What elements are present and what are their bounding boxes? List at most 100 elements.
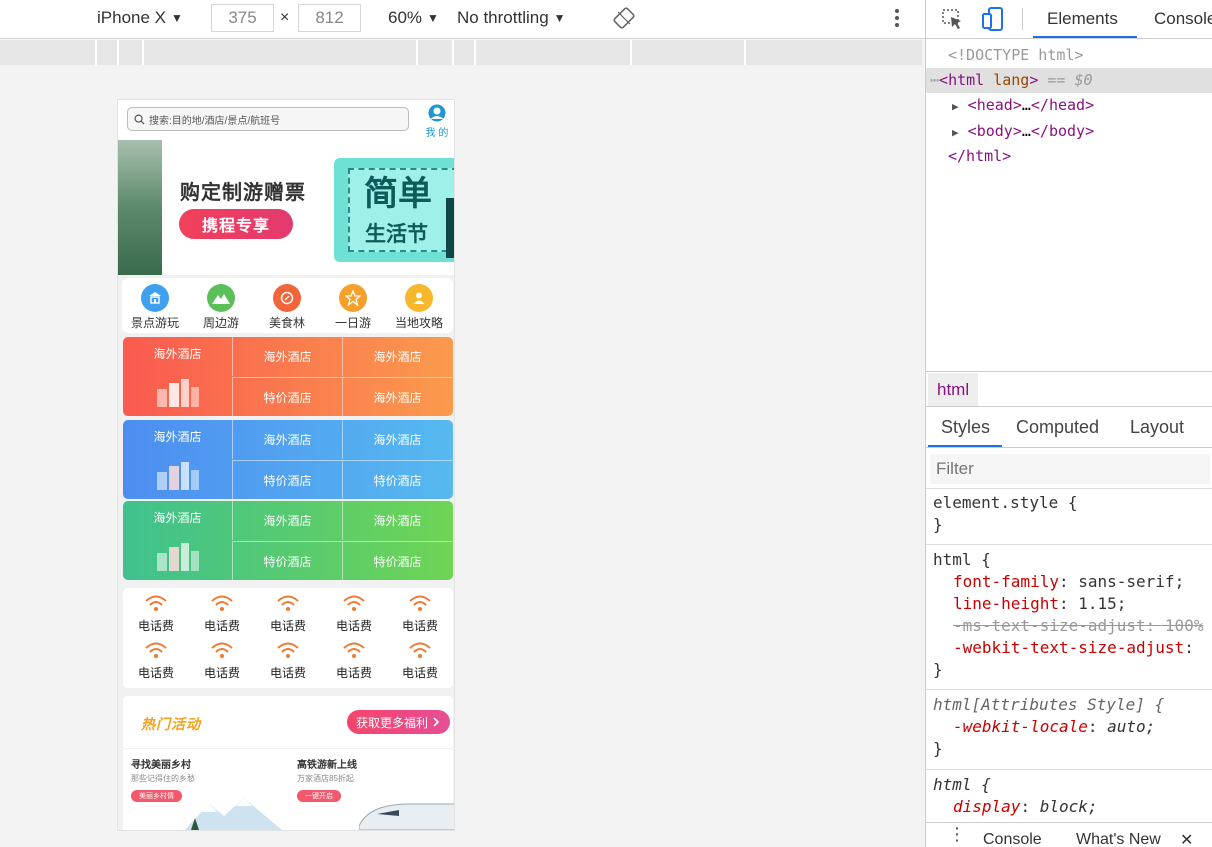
ellipsis-icon: ⋯ <box>930 71 940 89</box>
promo-badge[interactable]: 一键开启 <box>297 790 341 802</box>
width-input[interactable]: 375 <box>211 4 274 32</box>
phone-bill-label: 电话费 <box>335 619 372 633</box>
hotel-cell[interactable]: 特价酒店 <box>232 541 342 580</box>
dom-node-html[interactable]: ⋯<html lang> == $0 <box>926 68 1212 93</box>
banner-main-slide: 购定制游赠票 携程专享 <box>162 140 334 275</box>
category-label: 周边游 <box>202 316 239 330</box>
hotel-cell[interactable]: 海外酒店 <box>232 420 342 459</box>
style-declaration[interactable]: display: block; <box>933 796 1212 818</box>
dom-node-head[interactable]: ▶ <head>…</head> <box>926 93 1212 118</box>
inspect-element-icon[interactable] <box>941 8 965 30</box>
more-benefits-button[interactable]: 获取更多福利 <box>347 710 450 734</box>
phone-bill-item[interactable]: 电话费 <box>189 641 255 681</box>
category-item-nearby[interactable]: 周边游 <box>188 284 254 331</box>
expand-triangle-icon[interactable]: ▶ <box>952 100 959 113</box>
mine-button[interactable]: 我 的 <box>423 104 451 140</box>
drawer-menu-icon[interactable]: ⋮ <box>948 825 966 843</box>
hotel-cell[interactable]: 特价酒店 <box>342 460 452 499</box>
promo-card-train[interactable]: 高铁游新上线 万家酒店85折起 一键开启 <box>297 756 454 830</box>
rotate-icon[interactable] <box>612 6 636 30</box>
dom-doctype[interactable]: <!DOCTYPE html> <box>926 43 1212 68</box>
hotel-cell[interactable]: 海外酒店 <box>342 501 452 540</box>
zoom-select[interactable]: 60% ▼ <box>388 8 439 28</box>
phone-bill-item[interactable]: 电话费 <box>123 594 189 634</box>
hotel-block-red: 海外酒店 海外酒店 海外酒店 特价酒店 海外酒店 <box>123 337 453 416</box>
hotel-cell[interactable]: 海外酒店 <box>342 337 452 376</box>
search-bar: 搜索:目的地/酒店/景点/航班号 我 的 <box>118 100 454 140</box>
device-toggle-icon[interactable] <box>981 6 1005 32</box>
phone-bill-item[interactable]: 电话费 <box>255 594 321 634</box>
height-input[interactable]: 812 <box>298 4 361 32</box>
phone-bill-grid: 电话费 电话费 电话费 电话费 电话费 电话费 电话费 电话费 电话费 电话费 <box>123 588 453 688</box>
dom-node-html-close[interactable]: </html> <box>926 144 1212 169</box>
category-item-attractions[interactable]: 景点游玩 <box>122 284 188 331</box>
prop-name: -webkit-locale <box>953 717 1088 736</box>
tab-console[interactable]: Console <box>1154 9 1212 29</box>
hotel-cell[interactable]: 特价酒店 <box>232 460 342 499</box>
style-declaration[interactable]: -webkit-text-size-adjust: <box>933 637 1212 659</box>
close-icon[interactable]: ✕ <box>1180 830 1193 847</box>
more-options-icon[interactable] <box>889 6 905 32</box>
phone-bill-item[interactable]: 电话费 <box>123 641 189 681</box>
prop-value: sans-serif; <box>1078 572 1185 591</box>
hotel-building-icon <box>157 379 199 407</box>
promo-badge[interactable]: 美丽乡村情 <box>131 790 182 802</box>
wifi-icon <box>277 595 299 611</box>
rule-selector[interactable]: html { <box>933 549 1212 571</box>
hotel-cell[interactable]: 海外酒店 <box>342 377 452 416</box>
hotel-cell[interactable]: 特价酒店 <box>232 377 342 416</box>
styles-filter-input[interactable] <box>930 454 1210 484</box>
dom-tree: <!DOCTYPE html> ⋯<html lang> == $0 ▶ <he… <box>926 40 1212 370</box>
category-label: 美食林 <box>268 316 305 330</box>
rule-close-brace: } <box>933 515 943 534</box>
rule-selector[interactable]: html { <box>933 774 1212 796</box>
promo-subtitle: 万家酒店85折起 <box>297 774 354 783</box>
tab-elements[interactable]: Elements <box>1047 9 1118 29</box>
category-item-food[interactable]: 美食林 <box>254 284 320 331</box>
phone-bill-item[interactable]: 电话费 <box>321 594 387 634</box>
throttling-select[interactable]: No throttling ▼ <box>457 8 566 28</box>
promo-card-village[interactable]: 寻找美丽乡村 那些记得住的乡愁 美丽乡村情 <box>131 756 291 830</box>
rule-selector[interactable]: element.style { <box>933 492 1212 514</box>
search-input[interactable]: 搜索:目的地/酒店/景点/航班号 <box>127 107 409 131</box>
phone-bill-item[interactable]: 电话费 <box>387 641 453 681</box>
tab-computed[interactable]: Computed <box>1016 417 1099 438</box>
style-declaration-overridden[interactable]: -ms-text-size-adjust: 100% <box>933 615 1212 637</box>
category-item-day-tour[interactable]: 一日游 <box>320 284 386 331</box>
phone-bill-item[interactable]: 电话费 <box>321 641 387 681</box>
drawer-tab-whats-new[interactable]: What's New <box>1076 831 1161 847</box>
style-declaration[interactable]: font-family: sans-serif; <box>933 571 1212 593</box>
promo-banner[interactable]: 购定制游赠票 携程专享 简单 生活节 <box>118 140 454 275</box>
hotel-cell[interactable]: 海外酒店 <box>232 337 342 376</box>
phone-bill-item[interactable]: 电话费 <box>387 594 453 634</box>
tab-styles[interactable]: Styles <box>941 417 990 438</box>
style-declaration[interactable]: -webkit-locale: auto; <box>933 716 1212 738</box>
wifi-icon <box>211 595 233 611</box>
dom-node-body[interactable]: ▶ <body>…</body> <box>926 119 1212 144</box>
prop-name: display <box>953 797 1021 816</box>
hotel-main-tile[interactable]: 海外酒店 <box>123 501 232 580</box>
promo-title: 寻找美丽乡村 <box>131 760 191 771</box>
style-declaration[interactable]: line-height: 1.15; <box>933 593 1212 615</box>
category-item-guide[interactable]: 当地攻略 <box>386 284 452 331</box>
phone-bill-item[interactable]: 电话费 <box>189 594 255 634</box>
hotel-main-tile[interactable]: 海外酒店 <box>123 337 232 416</box>
breadcrumb-html[interactable]: html <box>928 373 979 406</box>
banner-button[interactable]: 携程专享 <box>179 209 293 239</box>
media-query-ruler[interactable] <box>0 40 922 65</box>
styles-tab-bar: Styles Computed Layout <box>926 408 1212 448</box>
device-name: iPhone X <box>97 8 166 27</box>
phone-bill-item[interactable]: 电话费 <box>255 641 321 681</box>
rule-selector[interactable]: html[Attributes Style] { <box>933 694 1212 716</box>
hotel-cell[interactable]: 海外酒店 <box>342 420 452 459</box>
drawer-tab-console[interactable]: Console <box>983 831 1042 847</box>
head-tag: head <box>976 96 1013 114</box>
hotel-cell[interactable]: 海外酒店 <box>232 501 342 540</box>
device-select[interactable]: iPhone X ▼ <box>97 8 183 28</box>
mine-label: 我 的 <box>425 128 449 139</box>
promo-title: 高铁游新上线 <box>297 760 357 771</box>
hotel-main-tile[interactable]: 海外酒店 <box>123 420 232 499</box>
hotel-cell[interactable]: 特价酒店 <box>342 541 452 580</box>
tab-layout[interactable]: Layout <box>1130 417 1184 438</box>
expand-triangle-icon[interactable]: ▶ <box>952 126 959 139</box>
